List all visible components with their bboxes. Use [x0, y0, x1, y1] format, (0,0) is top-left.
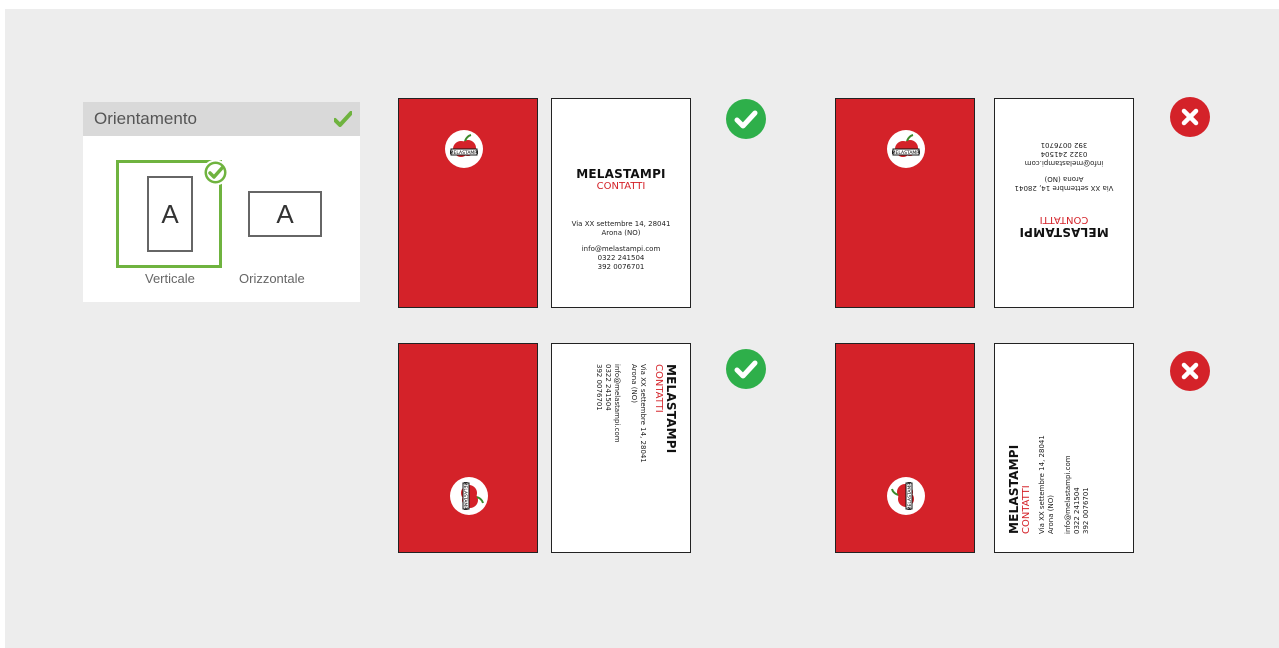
card-subtitle: CONTATTI: [1039, 214, 1089, 225]
page-icon-horizontal[interactable]: A: [248, 191, 322, 237]
card-subtitle: CONTATTI: [596, 181, 646, 192]
check-icon: [333, 111, 353, 132]
phone-text: 0322 241504: [597, 254, 645, 262]
option-label-horizontal: Orizzontale: [239, 271, 305, 286]
mobile-text: 392 0076701: [597, 263, 645, 271]
card-content: MELASTAMPI CONTATTI Via XX settembre 14,…: [552, 167, 690, 272]
address-line: Via XX settembre 14, 28041: [1014, 184, 1114, 192]
card-subtitle: CONTATTI: [1021, 485, 1032, 534]
check-circle-icon: [726, 349, 766, 389]
brand-name: MELASTAMPI: [576, 167, 666, 181]
card-front-rotated-cw: MELASTAMPI CONTATTI Via XX settembre 14,…: [551, 343, 691, 553]
address-city: Arona (NO): [601, 229, 641, 237]
mobile-text: 392 0076701: [1040, 141, 1088, 149]
email-text: info@melastampi.com: [1024, 159, 1104, 167]
email-text: info@melastampi.com: [613, 364, 621, 443]
svg-text:MELASTAMPI: MELASTAMPI: [907, 482, 913, 511]
panel-header: Orientamento: [83, 102, 360, 136]
address-city: Arona (NO): [630, 364, 638, 403]
check-circle-icon: [726, 99, 766, 139]
orientation-panel: Orientamento A Verticale A Orizzontale: [83, 102, 360, 302]
apple-logo-icon: MELASTAMPI: [887, 477, 925, 515]
card-back: MELASTAMPI: [398, 98, 538, 308]
close-circle-icon: [1170, 351, 1210, 391]
address-line: Via XX settembre 14, 28041: [1038, 435, 1046, 534]
check-circle-icon: [202, 159, 229, 191]
phone-text: 0322 241504: [604, 364, 612, 411]
card-content: MELASTAMPI CONTATTI Via XX settembre 14,…: [1007, 435, 1091, 534]
phone-text: 0322 241504: [1040, 150, 1088, 158]
email-text: info@melastampi.com: [1064, 455, 1072, 534]
card-subtitle: CONTATTI: [653, 364, 664, 413]
brand-name: MELASTAMPI: [1007, 444, 1021, 534]
apple-logo-icon: MELASTAMPI: [450, 477, 488, 515]
email-text: info@melastampi.com: [581, 245, 661, 253]
address-line: Via XX settembre 14, 28041: [571, 220, 671, 228]
brand-name: MELASTAMPI: [664, 364, 678, 454]
svg-text:MELASTAMPI: MELASTAMPI: [892, 150, 921, 156]
panel-title: Orientamento: [94, 109, 197, 128]
address-city: Arona (NO): [1047, 495, 1055, 534]
card-front-rotated-ccw: MELASTAMPI CONTATTI Via XX settembre 14,…: [994, 343, 1134, 553]
apple-logo-icon: MELASTAMPI: [887, 130, 925, 168]
phone-text: 0322 241504: [1073, 487, 1081, 534]
card-front-upside-down: MELASTAMPI CONTATTI Via XX settembre 14,…: [994, 98, 1134, 308]
card-back: MELASTAMPI: [398, 343, 538, 553]
apple-logo-icon: MELASTAMPI: [445, 130, 483, 168]
close-circle-icon: [1170, 97, 1210, 137]
address-city: Arona (NO): [1044, 175, 1084, 183]
card-back: MELASTAMPI: [835, 98, 975, 308]
svg-text:MELASTAMPI: MELASTAMPI: [450, 150, 479, 156]
page-icon-vertical[interactable]: A: [147, 176, 193, 252]
mobile-text: 392 0076701: [595, 364, 603, 411]
brand-name: MELASTAMPI: [1019, 225, 1109, 239]
card-front: MELASTAMPI CONTATTI Via XX settembre 14,…: [551, 98, 691, 308]
option-label-vertical: Verticale: [145, 271, 195, 286]
address-line: Via XX settembre 14, 28041: [639, 364, 647, 463]
mobile-text: 392 0076701: [1082, 487, 1090, 534]
card-content: MELASTAMPI CONTATTI Via XX settembre 14,…: [594, 364, 678, 463]
card-back: MELASTAMPI: [835, 343, 975, 553]
card-content: MELASTAMPI CONTATTI Via XX settembre 14,…: [995, 140, 1133, 239]
